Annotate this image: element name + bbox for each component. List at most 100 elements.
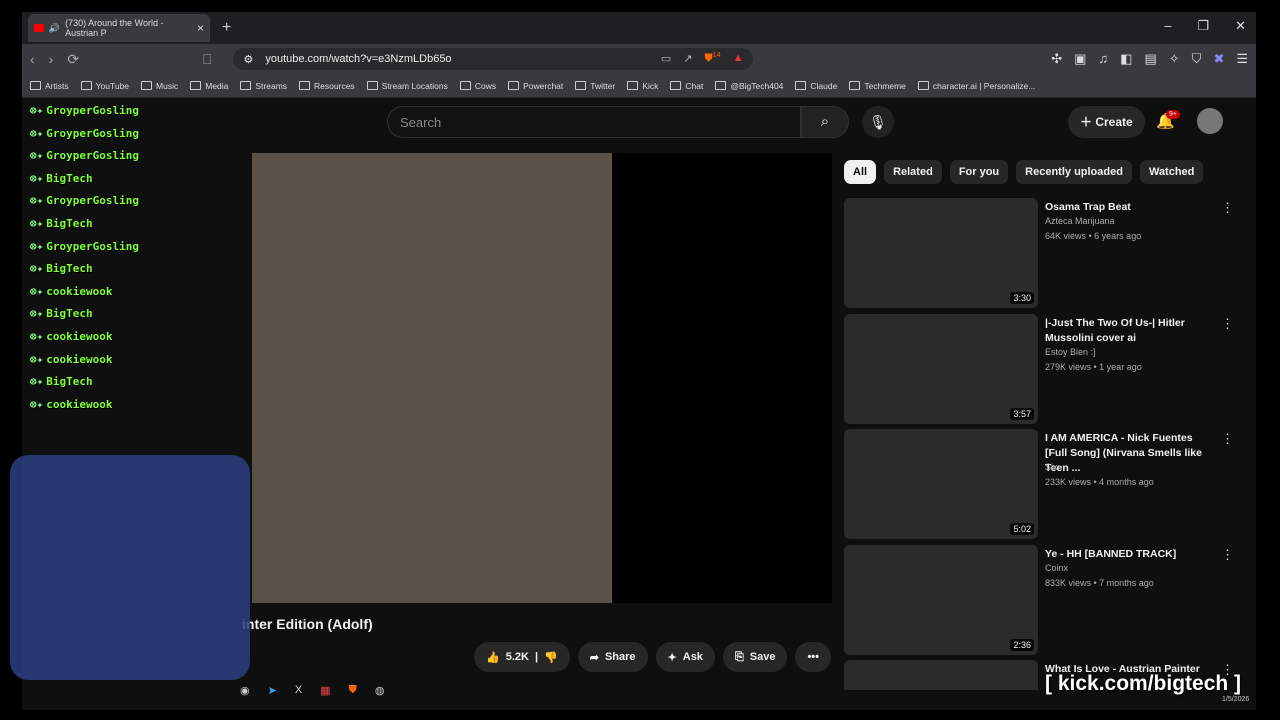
bookmark-item[interactable]: Cows <box>459 81 496 91</box>
menu-icon[interactable]: ☰ <box>1236 51 1248 67</box>
close-window-button[interactable]: ✕ <box>1235 18 1246 34</box>
more-actions-button[interactable]: ••• <box>795 642 832 672</box>
chip-related[interactable]: Related <box>884 160 942 184</box>
chat-username[interactable]: BigTech <box>46 375 92 388</box>
channel-name[interactable]: Six <box>1045 462 1058 472</box>
x-app-icon[interactable]: X <box>295 684 302 697</box>
bookmark-item[interactable]: @BigTech404 <box>715 81 783 91</box>
extensions-icon[interactable]: ✣ <box>1051 51 1062 67</box>
bookmark-item[interactable]: Techmeme <box>849 81 906 91</box>
create-button[interactable]: ＋ Create <box>1068 106 1145 138</box>
channel-name[interactable]: Estoy Bien :] <box>1045 347 1096 357</box>
bookmark-item[interactable]: Twitter <box>575 81 615 91</box>
bookmark-item[interactable]: character.ai | Personalize... <box>917 81 1035 91</box>
chip-recently-uploaded[interactable]: Recently uploaded <box>1016 160 1132 184</box>
recommended-video[interactable]: 3:30 Osama Trap Beat Azteca Marijuana 64K v… <box>844 198 1244 308</box>
chat-username[interactable]: GroyperGosling <box>46 194 139 207</box>
bookmark-item[interactable]: YouTube <box>80 81 129 91</box>
chat-username[interactable]: GroyperGosling <box>46 127 139 140</box>
bookmark-item[interactable]: Powerchat <box>508 81 563 91</box>
search-button[interactable]: ⌕ <box>801 106 849 138</box>
back-button[interactable]: ‹ <box>30 51 35 67</box>
more-options-icon[interactable]: ⋮ <box>1221 200 1234 216</box>
media-icon[interactable]: ♫ <box>1098 51 1108 67</box>
cast-icon[interactable]: ▭ <box>661 52 671 66</box>
recommended-title[interactable]: |-Just The Two Of Us-| Hitler Mussolini … <box>1045 316 1215 346</box>
bookmark-item[interactable]: Resources <box>299 81 355 91</box>
chat-username[interactable]: cookiewook <box>46 353 112 366</box>
tab-active[interactable]: 🔊 (730) Around the World - Austrian P × <box>28 14 210 42</box>
browser-app-icon[interactable]: ◍ <box>375 684 385 697</box>
bookmark-icon[interactable]: ⎕ <box>203 51 211 68</box>
recommended-title[interactable]: Ye - HH [BANNED TRACK] <box>1045 547 1215 562</box>
chat-username[interactable]: cookiewook <box>46 398 112 411</box>
more-options-icon[interactable]: ⋮ <box>1221 547 1234 563</box>
bookmark-item[interactable]: Chat <box>670 81 703 91</box>
new-tab-button[interactable]: + <box>222 19 231 37</box>
bookmark-item[interactable]: Music <box>141 81 178 91</box>
like-button[interactable]: 👍 5.2K | 👎 <box>474 642 570 672</box>
reload-button[interactable]: ⟳ <box>67 51 79 68</box>
thumbs-down-icon[interactable]: 👎 <box>544 651 558 664</box>
bookmark-item[interactable]: Streams <box>240 81 287 91</box>
share-button[interactable]: ➦ Share <box>577 642 648 672</box>
video-thumbnail[interactable]: 5:02 <box>844 429 1038 539</box>
ask-button[interactable]: ✦ Ask <box>655 642 715 672</box>
recommended-title[interactable]: I AM AMERICA - Nick Fuentes [Full Song] … <box>1045 431 1215 476</box>
bookmark-item[interactable]: Artists <box>30 81 69 91</box>
more-options-icon[interactable]: ⋮ <box>1221 316 1234 332</box>
vpn-icon[interactable]: ⛉ <box>1192 51 1202 67</box>
bookmark-item[interactable]: Media <box>190 81 228 91</box>
bookmark-item[interactable]: Stream Locations <box>366 81 448 91</box>
chat-username[interactable]: GroyperGosling <box>46 240 139 253</box>
account-avatar[interactable] <box>1197 108 1223 134</box>
recommended-video[interactable]: 2:36 Ye - HH [BANNED TRACK] Coinx 833K view… <box>844 544 1244 655</box>
forward-button[interactable]: › <box>49 51 54 67</box>
url-text[interactable]: youtube.com/watch?v=e3NzmLDb65o <box>265 53 451 65</box>
video-thumbnail[interactable]: 3:30 <box>844 198 1038 308</box>
stream-app-icon[interactable]: ▦ <box>320 684 330 697</box>
wallet-icon[interactable]: ▤ <box>1144 51 1156 67</box>
taskbar-app-icon[interactable]: ◉ <box>240 684 250 697</box>
channel-name[interactable]: Coinx <box>1045 563 1068 573</box>
recommended-title[interactable]: Osama Trap Beat <box>1045 200 1215 215</box>
site-settings-icon[interactable]: ⚙ <box>243 53 253 66</box>
x-extension-icon[interactable]: ✖ <box>1213 51 1224 67</box>
minimize-button[interactable]: – <box>1164 18 1171 34</box>
recommended-video[interactable]: 3:57 |-Just The Two Of Us-| Hitler Mussol… <box>844 313 1244 424</box>
bookmark-item[interactable]: Kick <box>627 81 658 91</box>
voice-search-button[interactable]: 🎙 <box>862 106 894 138</box>
bookmark-item[interactable]: Claude <box>795 81 837 91</box>
chip-all[interactable]: All <box>844 160 877 184</box>
recommended-video[interactable]: 5:02 I AM AMERICA - Nick Fuentes [Full So… <box>844 429 1244 539</box>
chat-username[interactable]: cookiewook <box>46 330 112 343</box>
video-thumbnail[interactable] <box>844 660 1038 690</box>
chat-username[interactable]: cookiewook <box>46 285 112 298</box>
chat-username[interactable]: BigTech <box>46 262 92 275</box>
address-bar[interactable]: ⚙ youtube.com/watch?v=e3NzmLDb65o ▭ ↗ ⛊14 ▲ <box>233 48 754 70</box>
chat-username[interactable]: BigTech <box>46 307 92 320</box>
close-tab-icon[interactable]: × <box>197 21 204 35</box>
chat-username[interactable]: GroyperGosling <box>46 104 139 117</box>
chip-for-you[interactable]: For you <box>949 160 1009 184</box>
chip-watched[interactable]: Watched <box>1139 160 1204 184</box>
video-thumbnail[interactable]: 3:57 <box>844 313 1038 424</box>
video-player[interactable] <box>252 153 832 603</box>
brave-shield-icon[interactable]: ⛊14 <box>705 52 721 66</box>
maximize-button[interactable]: ❐ <box>1197 18 1209 34</box>
save-button[interactable]: ⎘ Save <box>722 642 788 672</box>
leo-icon[interactable]: ✧ <box>1169 51 1180 67</box>
reader-icon[interactable]: ▣ <box>1074 51 1086 67</box>
video-thumbnail[interactable]: 2:36 <box>844 544 1038 655</box>
chat-username[interactable]: GroyperGosling <box>46 149 139 162</box>
channel-name[interactable]: Azteca Marijuana <box>1045 216 1115 226</box>
telegram-icon[interactable]: ➤ <box>268 684 277 697</box>
search-input[interactable]: Search <box>387 106 801 138</box>
more-options-icon[interactable]: ⋮ <box>1221 431 1234 447</box>
share-icon[interactable]: ↗ <box>683 52 692 66</box>
sidebar-icon[interactable]: ◧ <box>1120 51 1132 67</box>
chat-username[interactable]: BigTech <box>46 217 92 230</box>
rewards-icon[interactable]: ▲ <box>733 52 744 66</box>
brave-icon[interactable]: ⛊ <box>349 684 357 697</box>
chat-username[interactable]: BigTech <box>46 172 92 185</box>
